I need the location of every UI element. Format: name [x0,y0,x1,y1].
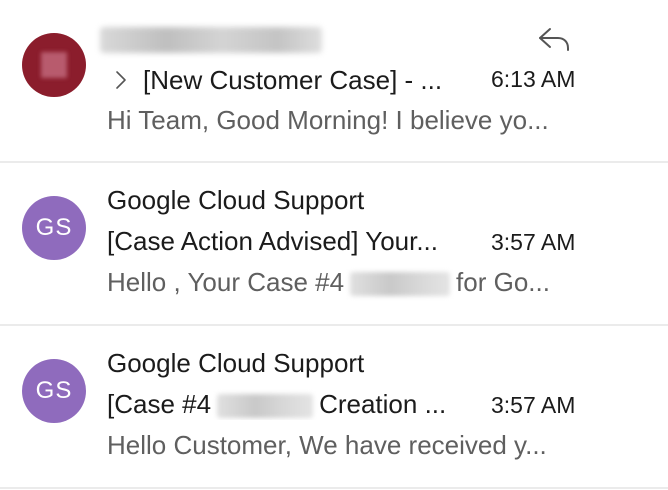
message-time: 3:57 AM [491,392,576,418]
avatar-initials: GS [35,214,73,241]
message-item[interactable]: [New Customer Case] - ... 6:13 AM Hi Tea… [0,0,668,160]
sender-name-redacted [100,27,322,53]
sender-name: Google Cloud Support [107,185,365,215]
preview-text-end: for Go... [456,267,550,297]
message-time: 6:13 AM [491,66,576,92]
message-subject: [New Customer Case] - ... [143,64,443,95]
message-item[interactable]: GS Google Cloud Support [Case #4 Creation… [0,326,668,486]
message-item[interactable]: GS Google Cloud Support [Case Action Adv… [0,163,668,323]
chevron-right-icon[interactable] [113,69,129,91]
avatar-photo-redacted [41,52,67,78]
sender-name: Google Cloud Support [107,348,365,378]
message-preview: Hello Customer, We have received y... [107,430,547,460]
message-preview: Hello , Your Case #4 for Go... [107,267,550,298]
subject-text-end: Creation ... [319,389,447,419]
reply-arrow-icon [539,28,569,51]
message-subject: [Case #4 Creation ... [107,389,446,420]
avatar-initials: GS [35,377,73,404]
case-number-redacted [217,394,314,419]
avatar: GS [22,359,86,423]
divider [0,487,668,489]
case-number-redacted [350,272,451,297]
message-time: 3:57 AM [491,229,576,255]
message-subject: [Case Action Advised] Your... [107,226,439,256]
subject-text-start: [Case #4 [107,389,212,419]
preview-text-start: Hello , Your Case #4 [107,267,345,297]
message-preview: Hi Team, Good Morning! I believe yo... [107,105,549,135]
message-list: [New Customer Case] - ... 6:13 AM Hi Tea… [0,0,668,490]
avatar [22,33,86,97]
avatar: GS [22,196,86,260]
